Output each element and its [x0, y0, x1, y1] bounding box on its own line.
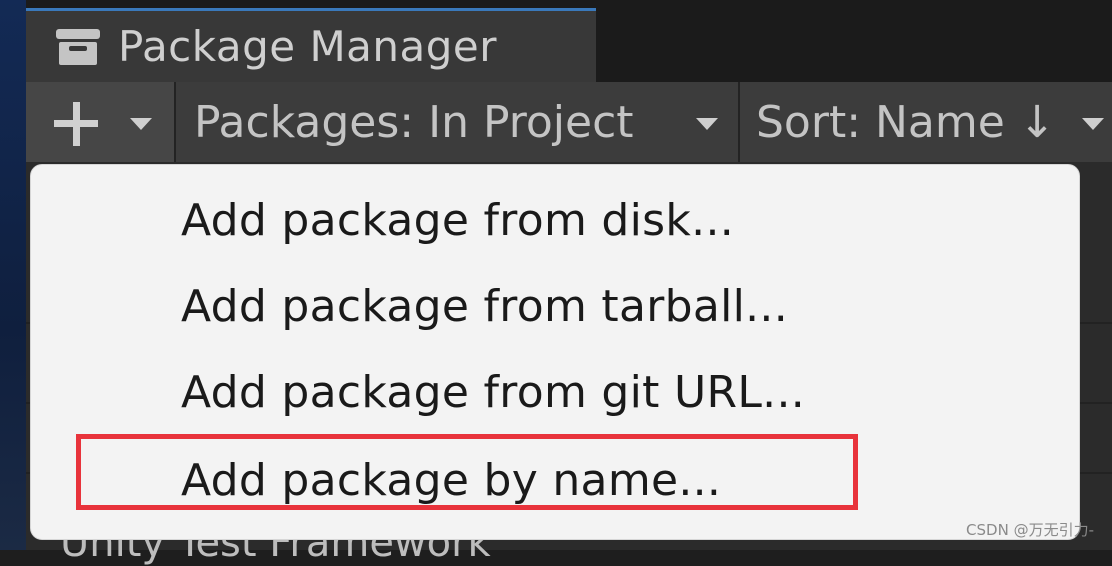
- add-package-menu: Add package from disk... Add package fro…: [30, 164, 1080, 540]
- chevron-down-icon: [696, 118, 718, 130]
- menu-item-add-by-name[interactable]: Add package by name...: [31, 437, 1081, 523]
- tab-package-manager[interactable]: Package Manager: [26, 8, 596, 82]
- packages-filter-dropdown[interactable]: Packages: In Project: [176, 82, 738, 162]
- menu-item-add-from-git-url[interactable]: Add package from git URL...: [31, 349, 1081, 435]
- watermark: CSDN @万无引力-: [966, 521, 1094, 539]
- menu-item-label: Add package from tarball...: [181, 280, 788, 332]
- tab-title: Package Manager: [118, 22, 498, 71]
- chevron-down-icon: [130, 118, 152, 130]
- sort-dropdown[interactable]: Sort: Name ↓: [740, 82, 1112, 162]
- menu-item-label: Add package by name...: [181, 454, 722, 506]
- menu-item-label: Add package from disk...: [181, 194, 735, 246]
- sort-label: Sort: Name ↓: [756, 96, 1056, 148]
- packages-filter-label: Packages: In Project: [194, 96, 634, 148]
- menu-item-add-from-tarball[interactable]: Add package from tarball...: [31, 263, 1081, 349]
- plus-icon: [54, 102, 98, 146]
- toolbar: Packages: In Project Sort: Name ↓: [26, 82, 1112, 162]
- desktop-edge: [0, 0, 26, 550]
- menu-item-label: Add package from git URL...: [181, 366, 806, 418]
- package-box-icon: [56, 28, 100, 65]
- chevron-down-icon: [1082, 118, 1104, 130]
- menu-item-add-from-disk[interactable]: Add package from disk...: [31, 177, 1081, 263]
- add-package-button[interactable]: [26, 82, 174, 162]
